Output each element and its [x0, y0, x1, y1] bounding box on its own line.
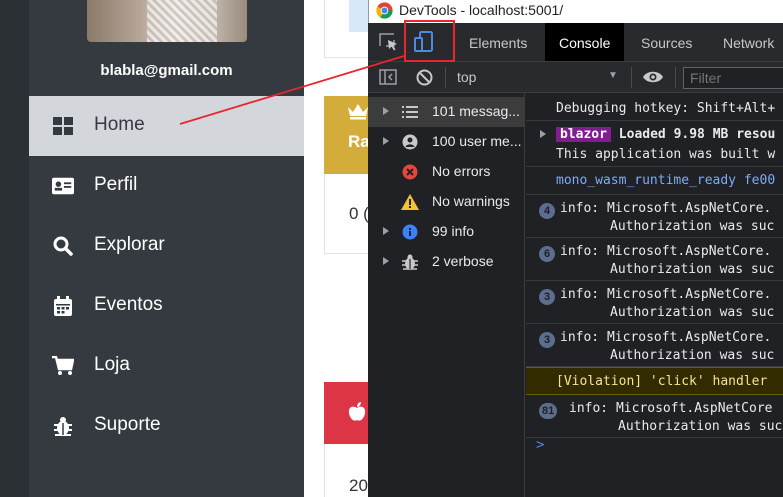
console-message[interactable]: 3 info: Microsoft.AspNetCore. Authorizat…: [526, 324, 783, 367]
repeat-count-badge: 81: [539, 403, 558, 419]
id-card-icon: [52, 176, 74, 196]
sidebar-item-messages[interactable]: 101 messag...: [368, 97, 525, 127]
console-message[interactable]: 6 info: Microsoft.AspNetCore. Authorizat…: [526, 238, 783, 281]
gold-card-title: Ra: [348, 132, 370, 151]
search-icon: [52, 236, 74, 256]
sidebar-item-perfil[interactable]: Perfil: [29, 156, 304, 216]
user-icon: [401, 133, 419, 151]
expand-arrow-icon[interactable]: [540, 130, 546, 138]
info-icon: [401, 223, 419, 241]
stat-card: 0 (: [324, 174, 370, 254]
tab-network[interactable]: Network: [709, 23, 783, 61]
console-message[interactable]: Debugging hotkey: Shift+Alt+: [526, 93, 783, 121]
app-sidebar: blabla@gmail.com Home Perfil Explorar Ev…: [0, 0, 304, 497]
sidebar-item-errors[interactable]: No errors: [368, 157, 525, 187]
expand-arrow-icon[interactable]: [383, 137, 389, 145]
sidebar-edge: [0, 0, 29, 497]
tab-sources[interactable]: Sources: [627, 23, 706, 61]
context-selector[interactable]: top: [457, 69, 476, 85]
sidebar-item-verbose[interactable]: 2 verbose: [368, 247, 525, 277]
tab-elements[interactable]: Elements: [455, 23, 541, 61]
clear-console-icon[interactable]: [416, 69, 433, 91]
bug-icon: [401, 253, 419, 271]
error-icon: [401, 163, 419, 181]
repeat-count-badge: 3: [539, 332, 555, 348]
tab-console[interactable]: Console: [545, 23, 625, 61]
console-message[interactable]: 3 info: Microsoft.AspNetCore. Authorizat…: [526, 281, 783, 324]
crown-icon: [347, 102, 369, 125]
grid-icon: [52, 116, 74, 136]
sidebar-item-home[interactable]: Home: [29, 96, 304, 156]
expand-arrow-icon[interactable]: [383, 227, 389, 235]
repeat-count-badge: 4: [539, 203, 555, 219]
eye-icon[interactable]: [642, 70, 664, 89]
top-card: [324, 0, 371, 58]
dropdown-arrow-icon[interactable]: ▼: [608, 70, 618, 81]
console-message[interactable]: mono_wasm_runtime_ready fe00: [526, 167, 783, 195]
sidebar-item-label: Loja: [94, 354, 130, 375]
repeat-count-badge: 6: [539, 246, 555, 262]
sidebar-item-label: No warnings: [432, 193, 510, 209]
sidebar-item-label: 100 user me...: [432, 133, 522, 149]
console-prompt[interactable]: >: [536, 437, 544, 453]
user-email: blabla@gmail.com: [100, 62, 233, 79]
sidebar-item-info[interactable]: 99 info: [368, 217, 525, 247]
console-sidebar: 101 messag... 100 user me... No errors N…: [368, 93, 525, 497]
console-violation-message[interactable]: [Violation] 'click' handler: [526, 367, 783, 395]
expand-arrow-icon[interactable]: [383, 257, 389, 265]
console-message[interactable]: blazor Loaded 9.98 MB resou This applica…: [526, 121, 783, 167]
blazor-badge: blazor: [556, 127, 611, 142]
gold-card[interactable]: Ra: [324, 96, 370, 174]
sidebar-toggle-icon[interactable]: [379, 69, 397, 90]
console-output: Debugging hotkey: Shift+Alt+ blazor Load…: [526, 93, 783, 497]
sidebar-item-label: Suporte: [94, 414, 161, 435]
chrome-icon: [376, 2, 393, 24]
sidebar-item-warnings[interactable]: No warnings: [368, 187, 525, 217]
bug-icon: [52, 416, 74, 436]
avatar: [87, 0, 247, 42]
sidebar-item-label: Eventos: [94, 294, 163, 315]
sidebar-item-label: 99 info: [432, 223, 475, 239]
expand-arrow-icon[interactable]: [383, 107, 389, 115]
devtools-window: DevTools - localhost:5001/ Elements Cons…: [368, 0, 783, 497]
stat-value: 0 (: [349, 204, 369, 223]
warning-icon: [401, 193, 419, 211]
sidebar-item-label: 101 messag...: [432, 103, 520, 119]
bottom-card: 20: [324, 444, 370, 497]
sidebar-item-user-messages[interactable]: 100 user me...: [368, 127, 525, 157]
filter-input[interactable]: [683, 67, 783, 89]
console-message[interactable]: 4 info: Microsoft.AspNetCore. Authorizat…: [526, 195, 783, 238]
devtools-title: DevTools - localhost:5001/: [399, 2, 564, 18]
list-icon: [401, 103, 419, 121]
sidebar-item-label: No errors: [432, 163, 491, 179]
highlight-box: [404, 20, 455, 62]
cart-icon: [52, 356, 74, 376]
repeat-count-badge: 3: [539, 289, 555, 305]
calendar-icon: [52, 296, 74, 316]
inspect-element-icon[interactable]: [379, 33, 399, 56]
console-toolbar: top ▼: [368, 62, 783, 93]
sidebar-item-label: Explorar: [94, 234, 165, 255]
sidebar-item-loja[interactable]: Loja: [29, 336, 304, 396]
sidebar-item-suporte[interactable]: Suporte: [29, 396, 304, 456]
red-card[interactable]: [324, 382, 370, 444]
sidebar-item-label: 2 verbose: [432, 253, 494, 269]
main-content: Ra 0 ( 20: [304, 0, 371, 497]
sidebar-item-label: Home: [94, 114, 145, 135]
sidebar-item-eventos[interactable]: Eventos: [29, 276, 304, 336]
console-message[interactable]: 81 info: Microsoft.AspNetCore Authorizat…: [526, 395, 783, 438]
sidebar-nav: Home Perfil Explorar Eventos Loja Suport…: [29, 96, 304, 456]
sidebar-item-explorar[interactable]: Explorar: [29, 216, 304, 276]
apple-icon: [348, 402, 366, 427]
bottom-value: 20: [349, 476, 368, 495]
sidebar-item-label: Perfil: [94, 174, 138, 195]
